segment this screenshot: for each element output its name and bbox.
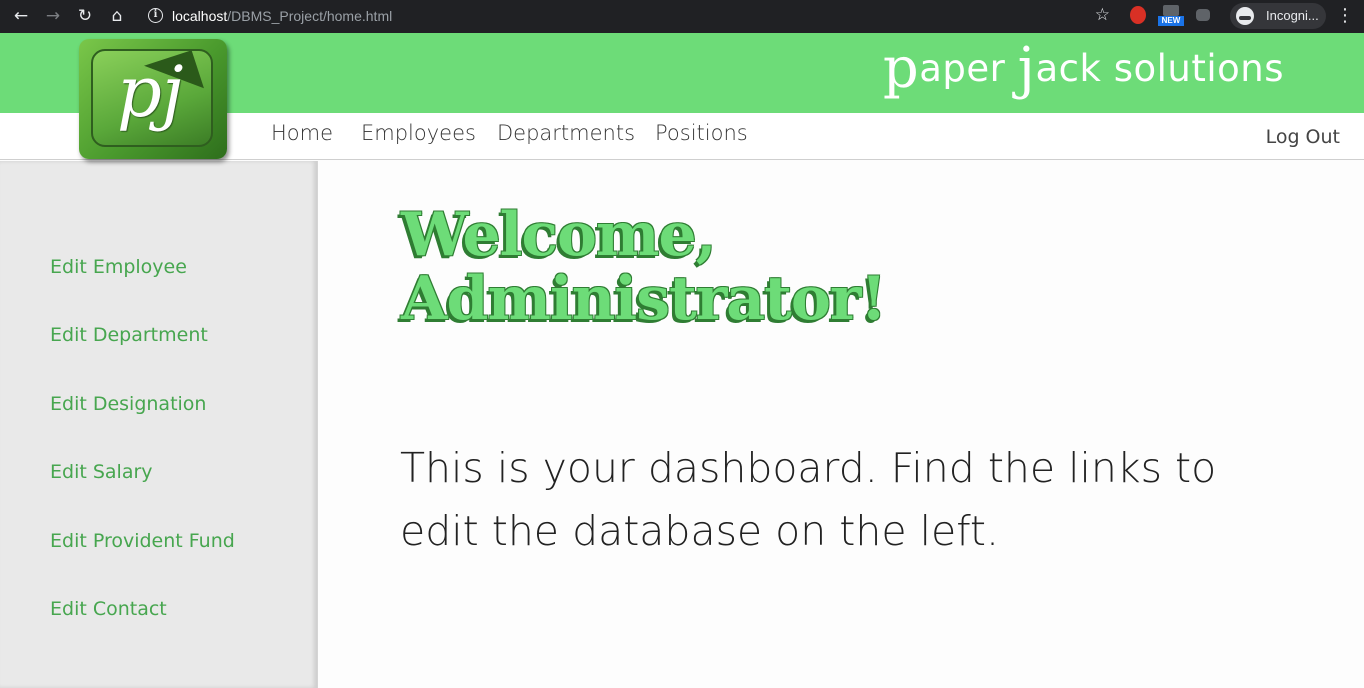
logo-mark: pj	[117, 51, 184, 133]
info-icon[interactable]: i	[148, 8, 163, 23]
url-text[interactable]: localhost/DBMS_Project/home.html	[172, 8, 392, 24]
sidebar-item-edit-employee[interactable]: Edit Employee	[50, 256, 187, 278]
brand-ack: ack solutions	[1035, 47, 1284, 90]
logout-link[interactable]: Log Out	[1266, 126, 1340, 148]
reload-icon[interactable]: ↻	[72, 4, 98, 28]
browser-toolbar: ← → ↻ ⌂ i localhost/DBMS_Project/home.ht…	[0, 0, 1364, 33]
sidebar-item-edit-provident-fund[interactable]: Edit Provident Fund	[50, 530, 235, 552]
nav-home[interactable]: Home	[271, 121, 333, 145]
brand-aper: aper	[919, 47, 1018, 90]
url-host: localhost	[172, 8, 228, 24]
logo[interactable]: pj	[79, 39, 227, 159]
brand-wordmark: paper jack solutions	[883, 41, 1284, 97]
extension-icon[interactable]	[1130, 6, 1146, 24]
nav-employees[interactable]: Employees	[361, 121, 476, 145]
url-path: /DBMS_Project/home.html	[227, 8, 393, 24]
nav-positions[interactable]: Positions	[655, 121, 748, 145]
sidebar-item-edit-salary[interactable]: Edit Salary	[50, 461, 153, 483]
main-content: Welcome, Administrator! This is your das…	[319, 161, 1364, 688]
address-bar[interactable]: i localhost/DBMS_Project/home.html ☆	[140, 3, 1120, 30]
brand-p: p	[882, 36, 920, 101]
welcome-line-2: Administrator!	[401, 264, 887, 334]
incognito-badge[interactable]: Incogni...	[1230, 3, 1326, 29]
sidebar-item-edit-designation[interactable]: Edit Designation	[50, 393, 206, 415]
incognito-label: Incogni...	[1266, 8, 1319, 23]
sidebar-item-edit-department[interactable]: Edit Department	[50, 324, 208, 346]
nav-departments[interactable]: Departments	[497, 121, 635, 145]
incognito-icon	[1236, 7, 1254, 25]
sidebar-item-edit-contact[interactable]: Edit Contact	[50, 598, 167, 620]
back-icon[interactable]: ←	[8, 4, 34, 28]
sidebar: Edit Employee Edit Department Edit Desig…	[0, 161, 318, 688]
extension-badge: NEW	[1158, 16, 1184, 26]
extension-new-icon[interactable]: NEW	[1158, 5, 1184, 27]
welcome-line-1: Welcome,	[401, 200, 717, 270]
brand-j: j	[1017, 36, 1036, 101]
extension-grey-icon[interactable]	[1196, 9, 1210, 21]
home-icon[interactable]: ⌂	[104, 4, 130, 28]
forward-icon[interactable]: →	[40, 4, 66, 28]
extension-box	[1163, 5, 1179, 16]
star-icon[interactable]: ☆	[1095, 5, 1110, 25]
welcome-heading: Welcome, Administrator!	[401, 203, 1161, 331]
menu-icon[interactable]: ⋮	[1336, 5, 1354, 27]
dashboard-message: This is your dashboard. Find the links t…	[400, 444, 1217, 555]
